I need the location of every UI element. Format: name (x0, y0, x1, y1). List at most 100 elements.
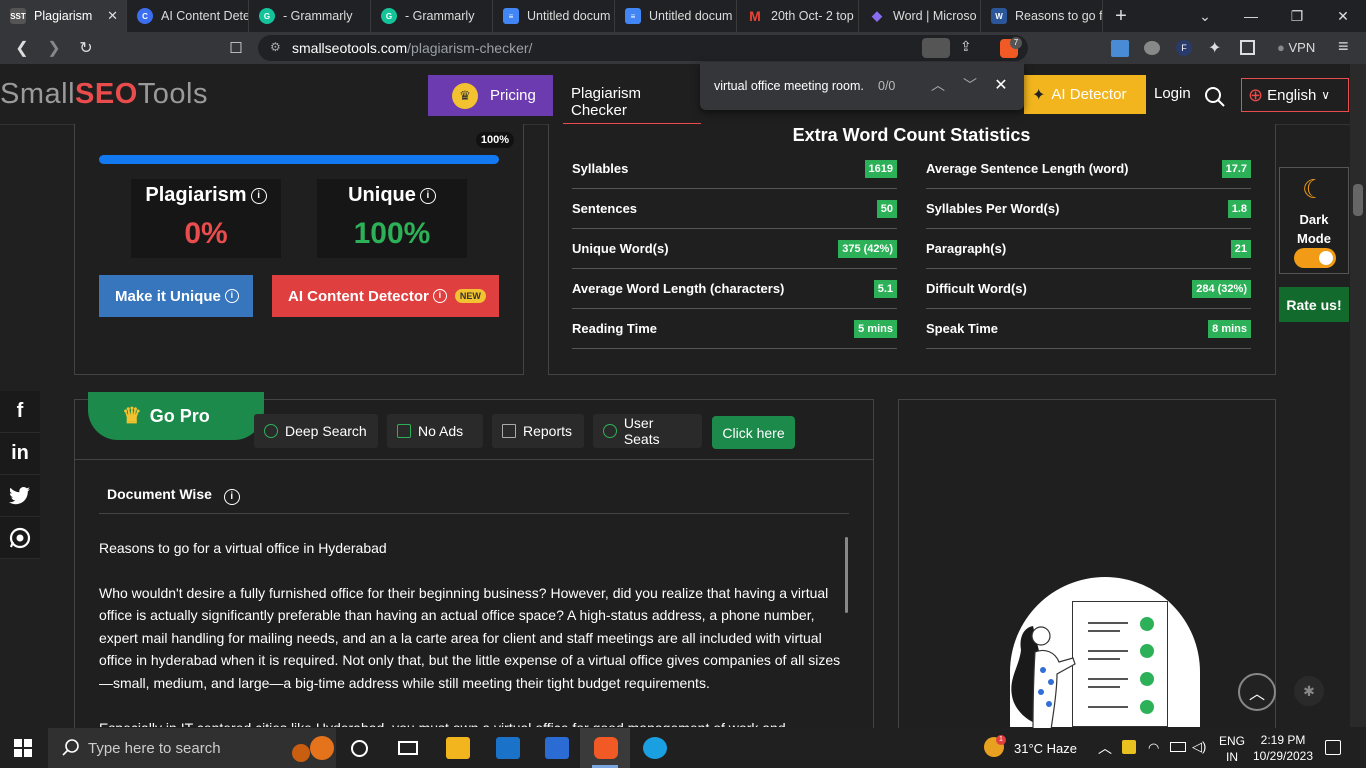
tab-untitled-doc-1[interactable]: ≡ Untitled docum (493, 0, 615, 32)
clock-time: 2:19 PM (1260, 733, 1306, 747)
info-icon[interactable]: i (223, 489, 240, 505)
task-view-icon[interactable] (398, 741, 418, 755)
cortana-icon[interactable] (351, 740, 368, 757)
mail-icon[interactable] (496, 737, 520, 759)
edge-browser-icon[interactable] (643, 737, 667, 759)
search-icon[interactable] (1204, 86, 1226, 108)
extension-f-icon[interactable]: F (1176, 40, 1192, 56)
volume-icon[interactable]: ◁) (1192, 739, 1206, 755)
extensions-puzzle-icon[interactable]: ✦ (1208, 38, 1221, 58)
brave-browser-icon[interactable] (594, 737, 618, 759)
page-scrollbar-track[interactable] (1350, 64, 1366, 727)
tab-gmail[interactable]: M 20th Oct- 2 top (737, 0, 859, 32)
find-input[interactable]: virtual office meeting room. (714, 79, 864, 93)
minimize-icon[interactable]: — (1228, 0, 1274, 32)
close-tab-icon[interactable]: ✕ (107, 8, 118, 24)
toggle-knob (1319, 251, 1333, 265)
pricing-label: Pricing (490, 87, 536, 104)
language-selector[interactable]: ⊕ English ∨ (1241, 78, 1349, 112)
copyleaks-favicon-icon: C (137, 8, 153, 24)
reload-icon[interactable]: ↻ (76, 38, 96, 58)
tab-search-chevron-icon[interactable]: ⌄ (1182, 0, 1228, 32)
find-in-page-icon[interactable] (922, 38, 950, 58)
make-unique-button[interactable]: Make it Unique i (99, 275, 253, 317)
info-icon[interactable]: i (250, 188, 267, 204)
find-close-icon[interactable]: ✕ (991, 75, 1011, 95)
notifications-icon[interactable] (1325, 740, 1341, 755)
nav-plagiarism-checker[interactable]: Plagiarism Checker (563, 75, 701, 125)
info-icon[interactable]: i (419, 188, 436, 204)
document-scrollbar[interactable] (845, 537, 848, 613)
wifi-icon[interactable]: ◠ (1148, 740, 1159, 756)
bookmark-icon[interactable]: ☐ (226, 38, 246, 58)
go-pro-banner[interactable]: ♛ Go Pro (88, 392, 264, 440)
tab-plagiarism[interactable]: SST Plagiarism ✕ (0, 0, 127, 32)
url-text: smallseotools.com/plagiarism-checker/ (292, 40, 532, 56)
find-next-icon[interactable]: ﹀ (960, 75, 980, 95)
input-language[interactable]: ENG IN (1219, 733, 1245, 765)
tab-word-microsoft[interactable]: ◆ Word | Microso (859, 0, 981, 32)
language-label: English (1267, 86, 1317, 104)
clock[interactable]: 2:19 PM 10/29/2023 (1250, 732, 1316, 764)
facebook-icon[interactable]: f (0, 391, 40, 433)
close-window-icon[interactable]: ✕ (1320, 0, 1366, 32)
site-logo[interactable]: SmallSEOTools (0, 78, 208, 111)
new-tab-button[interactable]: + (1098, 0, 1144, 32)
menu-icon[interactable]: ≡ (1338, 36, 1349, 57)
info-icon[interactable]: i (432, 289, 447, 303)
address-toolbar: ❮ ❯ ↻ ☐ ⚙ smallseotools.com/plagiarism-c… (0, 32, 1366, 64)
dark-mode-line1: Dark (1299, 212, 1329, 227)
taskbar-search-box[interactable]: Type here to search (48, 728, 336, 768)
twitter-bird-icon (9, 486, 30, 504)
tab-grammarly-1[interactable]: G - Grammarly (249, 0, 371, 32)
find-previous-icon[interactable]: ︿ (928, 75, 948, 95)
restore-icon[interactable]: ❐ (1274, 0, 1320, 32)
site-info-icon[interactable]: ⚙ (270, 40, 281, 54)
file-explorer-icon[interactable] (446, 737, 470, 759)
whatsapp-icon[interactable] (0, 517, 40, 559)
shields-count-badge: 7 (1010, 37, 1022, 49)
back-icon[interactable]: ❮ (12, 38, 32, 58)
ai-content-detector-button[interactable]: AI Content Detector i NEW (272, 275, 499, 317)
tray-chevron-up-icon[interactable]: ︿ (1098, 738, 1112, 758)
windows-start-icon[interactable] (14, 739, 32, 757)
tab-ai-content-detector[interactable]: C AI Content Dete (127, 0, 249, 32)
battery-icon[interactable] (1170, 742, 1186, 752)
extension-s-icon[interactable] (1111, 40, 1129, 57)
document-divider (99, 513, 849, 514)
pricing-button[interactable]: ♛ Pricing (428, 75, 553, 116)
scroll-to-top-button[interactable]: ︿ (1238, 673, 1276, 711)
extension-camera-icon[interactable] (1144, 41, 1160, 55)
linkedin-icon[interactable]: in (0, 433, 40, 475)
pumpkin-small-icon (292, 744, 310, 762)
check-icon (1140, 700, 1154, 714)
forward-icon[interactable]: ❯ (44, 38, 64, 58)
page-scrollbar-thumb[interactable] (1353, 184, 1363, 216)
vpn-button[interactable]: ● VPN (1277, 40, 1315, 55)
tab-grammarly-2[interactable]: G - Grammarly (371, 0, 493, 32)
url-bar[interactable]: ⚙ smallseotools.com/plagiarism-checker/ … (258, 35, 1028, 61)
vpn-status-icon: ● (1277, 40, 1285, 55)
stat-row: Average Sentence Length (word) 17.7 (926, 149, 1251, 189)
twitter-icon[interactable] (0, 475, 40, 517)
dark-mode-line2: Mode (1297, 231, 1331, 246)
stat-value: 5 mins (854, 319, 897, 338)
security-tray-icon[interactable] (1122, 740, 1136, 754)
weather-text[interactable]: 31°C Haze (1014, 741, 1077, 756)
sidebar-icon[interactable] (1240, 40, 1255, 55)
dark-mode-toggle[interactable] (1294, 248, 1336, 268)
login-link[interactable]: Login (1154, 85, 1191, 102)
tab-untitled-doc-2[interactable]: ≡ Untitled docum (615, 0, 737, 32)
rate-us-button[interactable]: Rate us! (1279, 287, 1349, 322)
bug-report-icon[interactable]: ✱ (1294, 676, 1324, 706)
feature-label: Deep Search (285, 423, 367, 439)
google-docs-favicon-icon: ≡ (503, 8, 519, 24)
tab-reasons-word[interactable]: W Reasons to go f (981, 0, 1103, 32)
click-here-button[interactable]: Click here (712, 416, 795, 449)
info-icon[interactable]: i (224, 289, 239, 303)
document-text[interactable]: Reasons to go for a virtual office in Hy… (99, 537, 844, 727)
ai-detector-button[interactable]: ✦ AI Detector (1024, 75, 1146, 114)
microsoft-store-icon[interactable] (545, 737, 569, 759)
start-tile (14, 749, 22, 757)
share-icon[interactable]: ⇪ (960, 38, 972, 55)
